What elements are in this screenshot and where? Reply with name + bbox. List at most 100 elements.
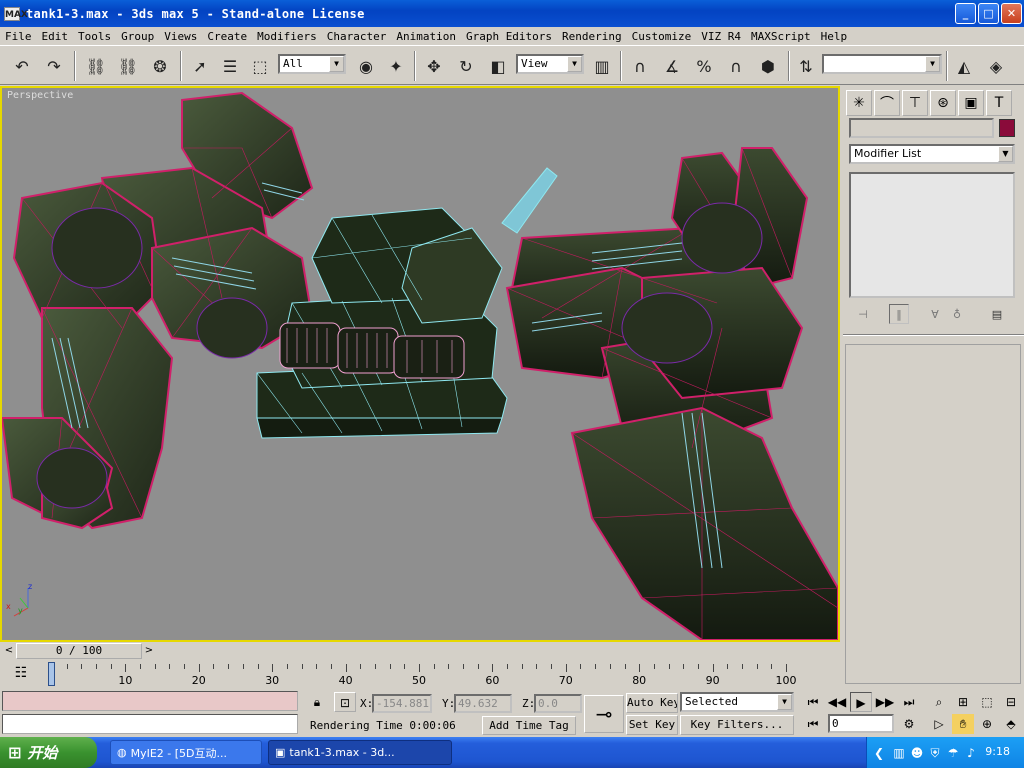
configure-modifier-sets-icon[interactable]: ▤ (987, 304, 1007, 324)
start-button[interactable]: ⊞ 开始 (0, 737, 97, 768)
zoom-extents-icon[interactable]: ⬚ (976, 692, 998, 712)
arc-rotate-icon[interactable]: ⊕ (976, 714, 998, 734)
prev-frame-icon[interactable]: ◀◀ (826, 692, 848, 712)
zoom-extents-all-icon[interactable]: ⊟ (1000, 692, 1022, 712)
named-selection-icon[interactable]: ⇅ (792, 52, 820, 80)
rect-region-icon[interactable]: ⬚ (246, 52, 274, 80)
menu-group[interactable]: Group (116, 30, 159, 43)
play-icon[interactable]: ▶ (850, 692, 872, 712)
menu-rendering[interactable]: Rendering (557, 30, 627, 43)
x-coordinate-field[interactable]: -154.881 (372, 694, 432, 713)
align-icon[interactable]: ◈ (982, 52, 1010, 80)
time-slider[interactable]: < 0 / 100 > (2, 642, 840, 660)
create-tab-icon[interactable]: ✳ (846, 90, 872, 116)
selection-filter-dropdown[interactable]: All ▼ (278, 54, 346, 74)
menu-customize[interactable]: Customize (627, 30, 697, 43)
maximize-viewport-icon[interactable]: ⬘ (1000, 714, 1022, 734)
maxscript-listener-output[interactable] (2, 691, 298, 711)
menu-animation[interactable]: Animation (391, 30, 461, 43)
menu-viz-r4[interactable]: VIZ R4 (696, 30, 746, 43)
show-hidden-icons-icon[interactable]: ❮ (871, 745, 887, 761)
menu-create[interactable]: Create (202, 30, 252, 43)
bind-spacewarp-icon[interactable]: ❂ (146, 52, 174, 80)
hierarchy-tab-icon[interactable]: ⊤ (902, 90, 928, 116)
unlink-icon[interactable]: ⛓ (114, 52, 142, 80)
redo-icon[interactable]: ↷ (40, 52, 68, 80)
viewport-scene[interactable] (2, 88, 838, 640)
goto-start-icon[interactable]: ⏮ (802, 692, 824, 712)
field-of-view-icon[interactable]: ▷ (928, 714, 950, 734)
time-slider-next[interactable]: > (143, 643, 155, 659)
absolute-mode-icon[interactable]: ⊡ (334, 692, 356, 712)
select-scale-icon[interactable]: ◧ (484, 52, 512, 80)
close-button[interactable]: ✕ (1001, 3, 1022, 24)
security-icon[interactable]: ⛨ (927, 745, 943, 761)
remove-modifier-icon[interactable]: ♁ (947, 304, 967, 324)
modifier-list-dropdown[interactable]: Modifier List ▼ (849, 144, 1015, 164)
spinner-snap-icon[interactable]: ∩ (722, 52, 750, 80)
select-move-icon[interactable]: ✥ (420, 52, 448, 80)
auto-key-button[interactable]: Auto Key (626, 693, 678, 713)
snap-3d-icon[interactable]: ∩ (626, 52, 654, 80)
time-slider-prev[interactable]: < (3, 643, 15, 659)
weather-icon[interactable]: ☂ (945, 745, 961, 761)
time-slider-thumb[interactable]: 0 / 100 (16, 643, 142, 659)
zoom-all-icon[interactable]: ⊞ (952, 692, 974, 712)
menu-graph-editors[interactable]: Graph Editors (461, 30, 557, 43)
edit-named-selection-icon[interactable]: ⬢ (754, 52, 782, 80)
display-tab-icon[interactable]: ▣ (958, 90, 984, 116)
select-filter-icon[interactable]: ◉ (352, 52, 380, 80)
window-crossing-icon[interactable]: ✦ (382, 52, 410, 80)
add-time-tag-button[interactable]: Add Time Tag (482, 716, 576, 735)
key-filters-button[interactable]: Key Filters... (680, 715, 794, 735)
object-name-field[interactable] (849, 118, 994, 138)
goto-end-icon[interactable]: ⏭ (898, 692, 920, 712)
menu-file[interactable]: File (0, 30, 37, 43)
menu-modifiers[interactable]: Modifiers (252, 30, 322, 43)
menu-help[interactable]: Help (816, 30, 853, 43)
object-color-swatch[interactable] (999, 119, 1015, 137)
named-selection-dropdown[interactable]: ▼ (822, 54, 942, 74)
pin-stack-icon[interactable]: ⊣ (853, 304, 873, 324)
pivot-icon[interactable]: ▥ (588, 52, 616, 80)
select-rotate-icon[interactable]: ↻ (452, 52, 480, 80)
set-key-button[interactable]: Set Key (626, 715, 678, 735)
pan-icon[interactable]: ✋︎ (952, 714, 974, 734)
motion-tab-icon[interactable]: ⊛ (930, 90, 956, 116)
y-coordinate-field[interactable]: 49.632 (454, 694, 512, 713)
percent-snap-icon[interactable]: % (690, 52, 718, 80)
z-coordinate-field[interactable]: 0.0 (534, 694, 582, 713)
menu-character[interactable]: Character (322, 30, 392, 43)
undo-icon[interactable]: ↶ (8, 52, 36, 80)
track-bar[interactable]: ☷ 0102030405060708090100 (0, 661, 840, 689)
utilities-tab-icon[interactable]: T (986, 90, 1012, 116)
network-icon[interactable]: ▥ (891, 745, 907, 761)
key-selection-dropdown[interactable]: Selected ▼ (680, 692, 794, 712)
curve-editor-icon[interactable]: ☷ (10, 665, 32, 687)
menu-maxscript[interactable]: MAXScript (746, 30, 816, 43)
zoom-icon[interactable]: ⌕ (928, 692, 950, 712)
minimize-button[interactable]: _ (955, 3, 976, 24)
taskbar-item-3dsmax[interactable]: ▣ tank1-3.max - 3d... (268, 740, 452, 765)
maximize-button[interactable]: □ (978, 3, 999, 24)
current-frame-field[interactable]: 0 (828, 714, 894, 733)
menu-edit[interactable]: Edit (37, 30, 74, 43)
ref-coord-dropdown[interactable]: View ▼ (516, 54, 584, 74)
mirror-icon[interactable]: ◭ (950, 52, 978, 80)
select-link-icon[interactable]: ⛓ (82, 52, 110, 80)
lock-selection-icon[interactable]: 🔒︎ (306, 692, 328, 712)
perspective-viewport[interactable]: Perspective z x y (0, 86, 840, 642)
key-mode-toggle-icon[interactable]: ⏮ (802, 714, 824, 734)
angle-snap-icon[interactable]: ∡ (658, 52, 686, 80)
modifier-stack[interactable] (849, 172, 1015, 298)
make-unique-icon[interactable]: ∀ (925, 304, 945, 324)
modify-tab-icon[interactable]: ⌒ (874, 90, 900, 116)
menu-views[interactable]: Views (159, 30, 202, 43)
viewport-label[interactable]: Perspective (7, 90, 73, 101)
current-frame-indicator[interactable] (48, 662, 55, 686)
set-key-icon[interactable]: ⊸ (584, 695, 624, 733)
time-config-icon[interactable]: ⚙ (898, 714, 920, 734)
select-by-name-icon[interactable]: ☰ (216, 52, 244, 80)
select-icon[interactable]: ➚ (186, 52, 214, 80)
next-frame-icon[interactable]: ▶▶ (874, 692, 896, 712)
